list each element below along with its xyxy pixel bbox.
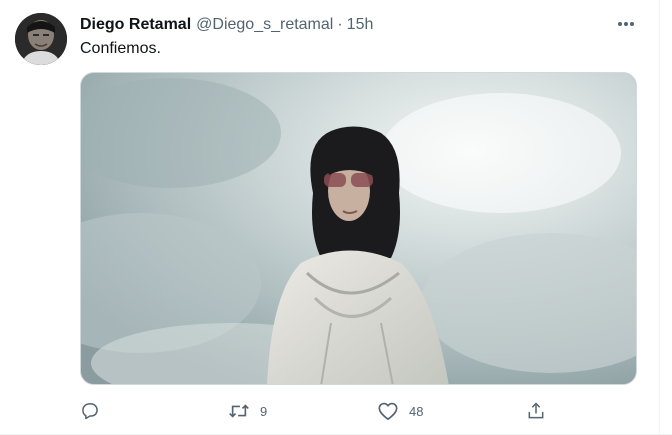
right-divider — [659, 0, 660, 435]
tweet-image[interactable] — [80, 72, 637, 385]
author-handle[interactable]: @Diego_s_retamal — [196, 16, 333, 34]
tweet-header: Diego Retamal @Diego_s_retamal · 15h — [80, 14, 373, 36]
like-button[interactable]: 48 — [377, 398, 423, 424]
retweet-icon — [229, 404, 249, 418]
avatar[interactable] — [15, 13, 67, 65]
heart-icon — [378, 402, 398, 420]
like-count: 48 — [409, 403, 424, 419]
tweet-timestamp[interactable]: 15h — [347, 16, 374, 34]
tweet-text: Confiemos. — [80, 40, 161, 57]
share-icon — [528, 402, 544, 419]
more-horizontal-icon — [618, 22, 634, 26]
share-button[interactable] — [526, 398, 546, 424]
retweet-button[interactable]: 9 — [228, 398, 267, 424]
author-name[interactable]: Diego Retamal — [80, 16, 191, 34]
reply-icon — [82, 403, 98, 420]
reply-button[interactable] — [80, 398, 110, 424]
photo-sky-figure — [81, 73, 636, 384]
separator-dot: · — [337, 16, 343, 33]
retweet-count: 9 — [260, 403, 268, 419]
more-options-button[interactable] — [612, 12, 640, 36]
tweet-actions: 9 48 — [80, 398, 560, 424]
tweet-card[interactable]: Diego Retamal @Diego_s_retamal · 15h Con… — [0, 0, 672, 435]
avatar-image — [15, 13, 67, 65]
